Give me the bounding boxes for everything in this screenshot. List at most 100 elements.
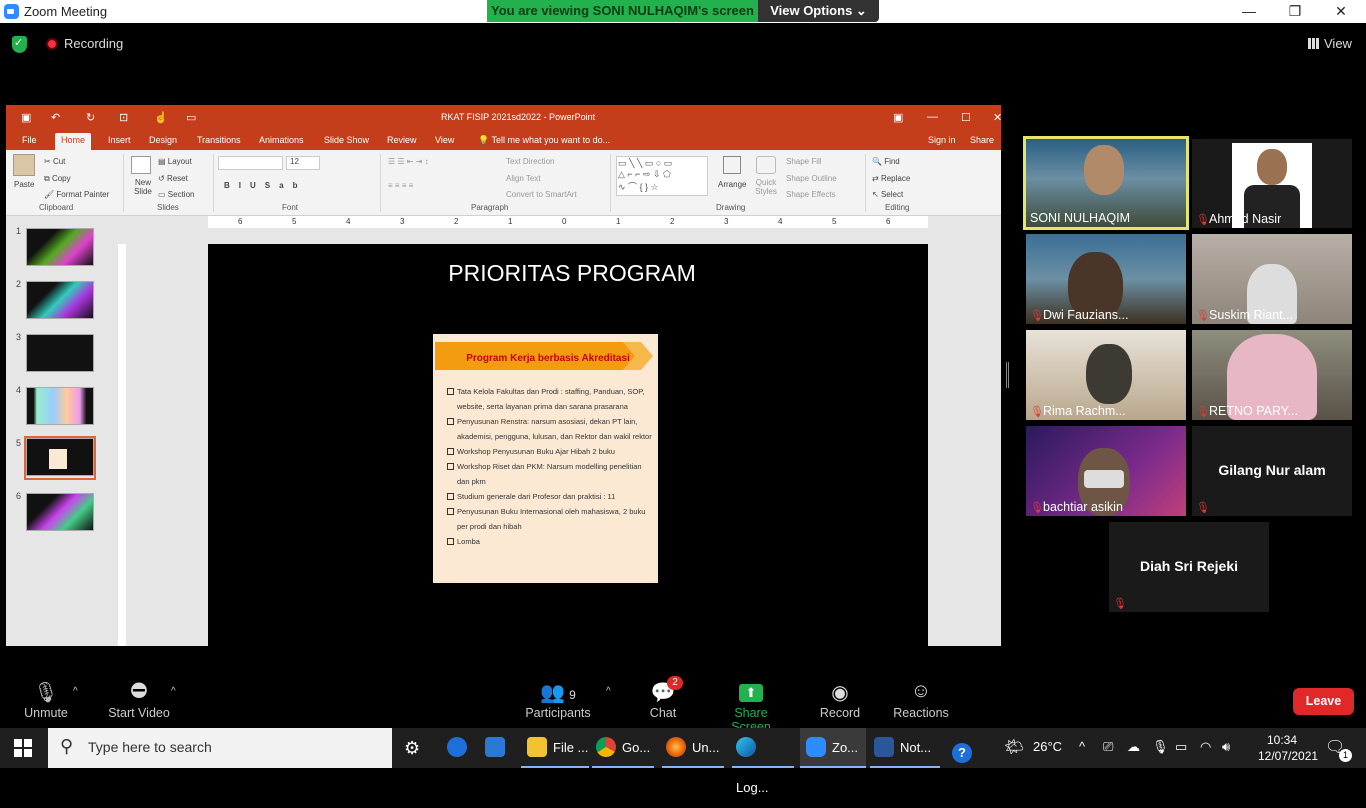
onedrive-icon[interactable]: ☁ <box>1127 739 1140 755</box>
recording-label[interactable]: Recording <box>64 36 123 51</box>
participant-tile[interactable]: 🎙︎Suskim Riant... <box>1192 234 1352 324</box>
close-button[interactable]: ✕ <box>1318 0 1364 23</box>
taskbar-app-zoom[interactable]: Zo... <box>800 728 866 768</box>
reactions-button[interactable]: ☺ Reactions <box>893 680 949 720</box>
clock[interactable]: 10:34 12/07/2021 <box>1258 732 1318 764</box>
current-slide[interactable]: PRIORITAS PROGRAM Program Kerja berbasis… <box>208 244 928 646</box>
slide-thumbnail-5[interactable] <box>26 438 94 476</box>
tab-review[interactable]: Review <box>381 133 423 150</box>
tab-insert[interactable]: Insert <box>102 133 137 150</box>
slide-thumbnail-1[interactable] <box>26 228 94 266</box>
tab-slide-show[interactable]: Slide Show <box>318 133 375 150</box>
slide-thumbnail-6[interactable] <box>26 493 94 531</box>
select-button[interactable]: ↖ Select <box>872 190 903 199</box>
taskbar-app-file-explorer[interactable]: File ... <box>521 728 589 768</box>
convert-smartart-button[interactable]: Convert to SmartArt <box>506 190 577 199</box>
shared-powerpoint-window[interactable]: ▣ ↶ ↻ ⊡ ☝ ▭ RKAT FISIP 2021sd2022 - Powe… <box>6 105 1001 646</box>
taskbar-app-chrome[interactable]: Go... <box>592 728 654 768</box>
layout-button[interactable]: ▤ Layout <box>158 157 192 166</box>
cut-button[interactable]: ✂ Cut <box>44 157 65 166</box>
shapes-gallery[interactable]: ▭ ╲ ╲ ▭ ○ ▭ △ ⌐ ⌐ ⇨ ⇩ ⬠ ∿ ⌒ { } ☆ <box>616 156 708 196</box>
shape-fill-button[interactable]: Shape Fill <box>786 157 822 166</box>
notification-count: 1 <box>1339 749 1352 762</box>
section-button[interactable]: ▭ Section <box>158 190 194 199</box>
windows-start-icon[interactable] <box>14 739 32 757</box>
tab-view[interactable]: View <box>429 133 460 150</box>
participants-button[interactable]: 👥 9 Participants <box>525 680 591 720</box>
quick-styles-icon[interactable] <box>756 156 776 174</box>
participant-tile[interactable]: 🎙︎bachtiar asikin <box>1026 426 1186 516</box>
font-name-box[interactable] <box>218 156 283 170</box>
format-painter-button[interactable]: 🖌 Format Painter <box>44 190 109 199</box>
copy-button[interactable]: ⧉ Copy <box>44 174 71 184</box>
participant-tile[interactable]: Diah Sri Rejeki 🎙︎ <box>1109 522 1269 612</box>
tab-animations[interactable]: Animations <box>253 133 310 150</box>
redo-icon: ↻ <box>86 112 96 124</box>
participant-tile[interactable]: 🎙︎RETNO PARY... <box>1192 330 1352 420</box>
start-video-button[interactable]: ⛔︎ Start Video <box>105 680 173 720</box>
font-format-buttons[interactable]: BIUSab <box>224 181 306 190</box>
taskbar-app-edge[interactable]: Log... <box>732 728 794 795</box>
sign-in-link[interactable]: Sign in <box>922 133 962 150</box>
minimize-button[interactable]: — <box>1226 0 1272 23</box>
bullets-buttons[interactable]: ☰ ☰ ⇤ ⇥ ↕ <box>388 157 429 166</box>
tab-design[interactable]: Design <box>143 133 183 150</box>
new-slide-icon[interactable] <box>131 156 151 174</box>
slide-thumbnail-3[interactable] <box>26 334 94 372</box>
participants-caret[interactable]: ^ <box>606 686 611 697</box>
participant-tile[interactable]: Gilang Nur alam 🎙︎ <box>1192 426 1352 516</box>
video-options-caret[interactable]: ^ <box>171 686 176 697</box>
wifi-icon[interactable]: ◠ <box>1200 739 1211 755</box>
shape-outline-button[interactable]: Shape Outline <box>786 174 837 183</box>
font-size-box[interactable]: 12 <box>286 156 320 170</box>
temperature[interactable]: 26°C <box>1033 739 1062 754</box>
paste-icon[interactable] <box>13 154 35 176</box>
security-shield-icon[interactable] <box>12 36 27 53</box>
splitter-handle[interactable] <box>1006 362 1009 388</box>
help-app[interactable]: ? <box>952 728 978 768</box>
weather-icon[interactable]: 🌤 <box>1004 737 1024 757</box>
bluetooth-app[interactable] <box>447 728 473 768</box>
find-button[interactable]: 🔍 Find <box>872 157 900 166</box>
settings-gear-icon[interactable]: ⚙ <box>404 728 420 768</box>
taskbar-search[interactable]: ⚲ Type here to search <box>48 728 392 768</box>
text-direction-button[interactable]: Text Direction <box>506 157 554 166</box>
volume-icon[interactable]: 🔊︎ <box>1222 739 1230 755</box>
share-link[interactable]: Share <box>964 133 1000 150</box>
audio-options-caret[interactable]: ^ <box>73 686 78 697</box>
restore-button[interactable]: ❐ <box>1272 0 1318 23</box>
reset-button[interactable]: ↺ Reset <box>158 174 188 183</box>
replace-button[interactable]: ⇄ Replace <box>872 174 910 183</box>
screen-share-banner: You are viewing SONI NULHAQIM's screen V… <box>487 0 879 22</box>
taskbar-app-firefox[interactable]: Un... <box>662 728 724 768</box>
battery-icon[interactable]: ▭ <box>1175 739 1187 755</box>
camera-tray-icon[interactable]: ⎚ <box>1103 739 1113 755</box>
slide-thumbnail-2[interactable] <box>26 281 94 319</box>
chat-button[interactable]: 💬 Chat 2 <box>645 676 683 720</box>
arrange-icon[interactable] <box>723 156 741 174</box>
participant-tile[interactable]: 🎙︎Ahmad Nasir <box>1192 139 1352 228</box>
participant-tile[interactable]: 🎙︎Rima Rachm... <box>1026 330 1186 420</box>
tab-file[interactable]: File <box>16 133 43 150</box>
shape-effects-button[interactable]: Shape Effects <box>786 190 836 199</box>
leave-button[interactable]: Leave <box>1293 688 1354 715</box>
desktop-app[interactable] <box>485 728 511 768</box>
view-button[interactable]: View <box>1308 36 1352 51</box>
participant-tile-active-speaker[interactable]: SONI NULHAQIM <box>1023 136 1189 230</box>
align-buttons[interactable]: ≡ ≡ ≡ ≡ <box>388 181 413 190</box>
microphone-tray-icon[interactable]: 🎙︎ <box>1152 739 1169 755</box>
participant-name: Dwi Fauzians... <box>1043 308 1129 322</box>
participant-tile[interactable]: 🎙︎Dwi Fauzians... <box>1026 234 1186 324</box>
taskbar-app-word[interactable]: Not... <box>870 728 940 768</box>
tell-me-search[interactable]: 💡 Tell me what you want to do... <box>472 133 616 150</box>
share-screen-button[interactable]: ⬆ Share Screen <box>714 680 788 734</box>
tab-home[interactable]: Home <box>55 133 92 150</box>
participant-name: Diah Sri Rejeki <box>1139 558 1239 574</box>
record-button[interactable]: ◉ Record <box>818 680 862 720</box>
align-text-button[interactable]: Align Text <box>506 174 541 183</box>
tray-overflow-icon[interactable]: ^ <box>1079 739 1085 754</box>
unmute-button[interactable]: 🎙︎ Unmute <box>20 680 72 720</box>
slide-thumbnail-4[interactable] <box>26 387 94 425</box>
tab-transitions[interactable]: Transitions <box>191 133 247 150</box>
view-options-button[interactable]: View Options ⌄ <box>758 0 879 22</box>
